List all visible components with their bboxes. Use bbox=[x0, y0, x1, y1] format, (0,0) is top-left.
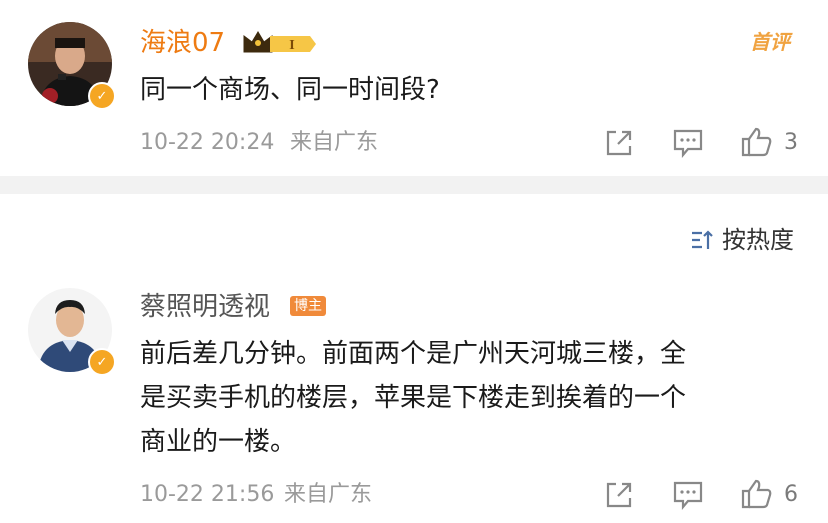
comment-text-line-1: 前后差几分钟。前面两个是广州天河城三楼，全 bbox=[140, 339, 687, 369]
username[interactable]: 海浪07 bbox=[140, 28, 225, 58]
section-divider bbox=[0, 176, 828, 194]
like-count: 6 bbox=[784, 482, 798, 507]
share-icon[interactable] bbox=[604, 128, 634, 158]
like-icon[interactable] bbox=[740, 126, 774, 158]
crown-badge-icon: I bbox=[243, 31, 316, 53]
comment-text-line-3: 商业的一楼。 bbox=[140, 427, 297, 457]
sort-button[interactable]: 按热度 bbox=[690, 225, 794, 255]
like-icon[interactable] bbox=[740, 478, 774, 510]
sort-label: 按热度 bbox=[722, 226, 794, 254]
sort-icon bbox=[692, 230, 713, 249]
share-icon[interactable] bbox=[604, 480, 634, 510]
comment-item: ✓ 蔡照明透视 博主 前后差几分钟。前面两个是广州天河城三楼，全 是买卖手机的楼… bbox=[0, 270, 828, 523]
verified-icon: ✓ bbox=[88, 82, 116, 110]
comment-icon[interactable] bbox=[672, 128, 704, 158]
comment-text-line-2: 是买卖手机的楼层，苹果是下楼走到挨着的一个 bbox=[140, 383, 687, 413]
level-badge-text: I bbox=[289, 38, 294, 53]
avatar[interactable]: ✓ bbox=[28, 288, 116, 376]
comment-location: 来自广东 bbox=[284, 482, 373, 507]
blogger-tag: 博主 bbox=[290, 296, 326, 316]
comment-text: 同一个商场、同一时间段? bbox=[140, 75, 440, 105]
avatar[interactable]: ✓ bbox=[28, 22, 116, 110]
comment-item: ✓ 海浪07 I 首评 同一个商场、同一时间段? 10-22 20:24 来自广… bbox=[0, 0, 828, 176]
like-count: 3 bbox=[784, 130, 798, 155]
verified-icon: ✓ bbox=[88, 348, 116, 376]
comment-time: 10-22 20:24 bbox=[140, 130, 275, 155]
username[interactable]: 蔡照明透视 bbox=[140, 292, 270, 322]
featured-badge: 首评 bbox=[750, 30, 790, 54]
comment-location: 来自广东 bbox=[290, 130, 379, 155]
comment-time: 10-22 21:56 bbox=[140, 482, 275, 507]
comment-icon[interactable] bbox=[672, 480, 704, 510]
